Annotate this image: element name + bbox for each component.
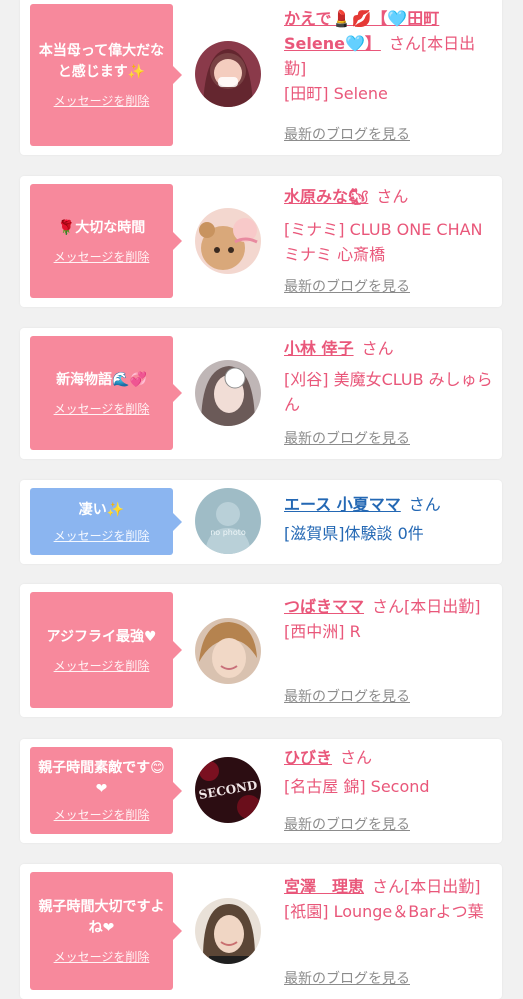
delete-message-link[interactable]: メッセージを削除 (54, 806, 150, 823)
name-line: エース 小夏ママ さん (284, 492, 496, 517)
message-bubble: 本当母って偉大だなと感じます✨ メッセージを削除 (30, 4, 182, 146)
profile-name-link[interactable]: つばきママ (284, 597, 364, 616)
profile-info: つばきママ さん[本日出勤] [西中洲] R (284, 594, 496, 644)
woman-photo-icon (195, 41, 261, 107)
today-attendance-tag: [本日出勤] (404, 877, 481, 896)
shop-name: [ミナミ] CLUB ONE CHAN ミナミ 心斎橋 (284, 220, 483, 264)
delete-message-link[interactable]: メッセージを削除 (54, 657, 150, 674)
list-item: 親子時間大切ですよね❤ メッセージを削除 宮澤 理恵 さん[本日出勤] [祇園] … (20, 864, 502, 999)
no-photo-label: no photo (210, 528, 246, 537)
shop-name: [名古屋 錦] Second (284, 777, 430, 796)
shop-name: [祇園] Lounge＆Barよつ葉 (284, 902, 484, 921)
shop-name: [田町] Selene (284, 84, 388, 103)
profile-name-link[interactable]: ひびき (284, 748, 332, 767)
message-list: 本当母って偉大だなと感じます✨ メッセージを削除 かえで💄💋【🩵田町Selene… (0, 0, 523, 999)
message-bubble: 親子時間大切ですよね❤ メッセージを削除 (30, 872, 182, 990)
avatar[interactable]: SECOND (195, 757, 261, 823)
avatar[interactable] (195, 618, 261, 684)
message-text: アジフライ最強♥ (46, 628, 157, 645)
profile-info: 水原みな🐿 さん [ミナミ] CLUB ONE CHAN ミナミ 心斎橋 (284, 184, 496, 267)
profile-name-link[interactable]: 小林 倖子 (284, 339, 354, 358)
message-text: 親子時間素敵です😊❤ (38, 760, 165, 797)
shop-name: [刈谷] 美魔女CLUB みしゅらん (284, 370, 493, 414)
message-text: 親子時間大切ですよね❤ (38, 899, 165, 936)
list-item: アジフライ最強♥ メッセージを削除 つばきママ さん[本日出勤] [西中洲] R … (20, 584, 502, 717)
latest-blog-link[interactable]: 最新のブログを見る (284, 686, 410, 706)
profile-info: 宮澤 理恵 さん[本日出勤] [祇園] Lounge＆Barよつ葉 (284, 874, 496, 924)
message-text: 本当母って偉大だなと感じます✨ (38, 43, 165, 80)
avatar[interactable] (195, 208, 261, 274)
honorific-label: さん (361, 339, 394, 358)
list-item: 凄い✨ メッセージを削除 no photo エース 小夏ママ さん [滋賀県]体験… (20, 480, 502, 564)
list-item: 本当母って偉大だなと感じます✨ メッセージを削除 かえで💄💋【🩵田町Selene… (20, 0, 502, 155)
delete-message-link[interactable]: メッセージを削除 (54, 92, 150, 109)
delete-message-link[interactable]: メッセージを削除 (54, 527, 150, 544)
message-bubble: 親子時間素敵です😊❤ メッセージを削除 (30, 747, 182, 834)
name-line: 宮澤 理恵 さん[本日出勤] (284, 874, 496, 899)
message-bubble: 🌹大切な時間 メッセージを削除 (30, 184, 182, 298)
latest-blog-link[interactable]: 最新のブログを見る (284, 968, 410, 988)
honorific-label: さん (340, 748, 373, 767)
latest-blog-link[interactable]: 最新のブログを見る (284, 124, 410, 144)
delete-message-link[interactable]: メッセージを削除 (54, 948, 150, 965)
profile-name-link[interactable]: 水原みな🐿 (284, 187, 368, 206)
name-line: つばきママ さん[本日出勤] (284, 594, 496, 619)
avatar[interactable]: no photo (195, 488, 261, 554)
honorific-label: さん (372, 597, 405, 616)
name-line: 水原みな🐿 さん (284, 184, 496, 209)
name-line: 小林 倖子 さん (284, 336, 496, 361)
list-item: 🌹大切な時間 メッセージを削除 水原みな🐿 さん [ミナミ] CLUB ONE C… (20, 176, 502, 307)
message-text: 🌹大切な時間 (57, 219, 146, 236)
profile-info: かえで💄💋【🩵田町Selene🩵】 さん[本日出勤] [田町] Selene (284, 6, 496, 106)
shop-name: [西中洲] R (284, 622, 361, 641)
woman-photo-icon (195, 360, 261, 426)
avatar[interactable] (195, 41, 261, 107)
woman-photo-icon (195, 898, 261, 964)
message-bubble: アジフライ最強♥ メッセージを削除 (30, 592, 182, 708)
latest-blog-link[interactable]: 最新のブログを見る (284, 276, 410, 296)
delete-message-link[interactable]: メッセージを削除 (54, 248, 150, 265)
message-text: 凄い✨ (78, 501, 125, 518)
name-line: ひびき さん (284, 745, 496, 770)
message-bubble: 新海物語🌊💞 メッセージを削除 (30, 336, 182, 450)
bear-photo-icon (195, 208, 261, 274)
list-item: 親子時間素敵です😊❤ メッセージを削除 SECOND ひびき さん [名古屋 錦]… (20, 739, 502, 843)
avatar[interactable] (195, 898, 261, 964)
honorific-label: さん (408, 495, 441, 514)
honorific-label: さん (388, 34, 421, 53)
shop-name: [滋賀県]体験談 0件 (284, 524, 424, 543)
latest-blog-link[interactable]: 最新のブログを見る (284, 428, 410, 448)
avatar[interactable] (195, 360, 261, 426)
profile-name-link[interactable]: 宮澤 理恵 (284, 877, 364, 896)
today-attendance-tag: [本日出勤] (404, 597, 481, 616)
no-photo-icon (195, 488, 261, 554)
delete-message-link[interactable]: メッセージを削除 (54, 400, 150, 417)
latest-blog-link[interactable]: 最新のブログを見る (284, 814, 410, 834)
message-text: 新海物語🌊💞 (56, 371, 147, 388)
profile-name-link[interactable]: エース 小夏ママ (284, 495, 401, 514)
message-bubble: 凄い✨ メッセージを削除 (30, 488, 182, 555)
name-line: かえで💄💋【🩵田町Selene🩵】 さん[本日出勤] (284, 6, 496, 81)
profile-info: エース 小夏ママ さん [滋賀県]体験談 0件 (284, 492, 496, 546)
profile-info: ひびき さん [名古屋 錦] Second (284, 745, 496, 799)
honorific-label: さん (376, 187, 409, 206)
list-item: 新海物語🌊💞 メッセージを削除 小林 倖子 さん [刈谷] 美魔女CLUB みしゅ… (20, 328, 502, 459)
profile-info: 小林 倖子 さん [刈谷] 美魔女CLUB みしゅらん (284, 336, 496, 417)
woman-photo-icon (195, 618, 261, 684)
honorific-label: さん (372, 877, 405, 896)
